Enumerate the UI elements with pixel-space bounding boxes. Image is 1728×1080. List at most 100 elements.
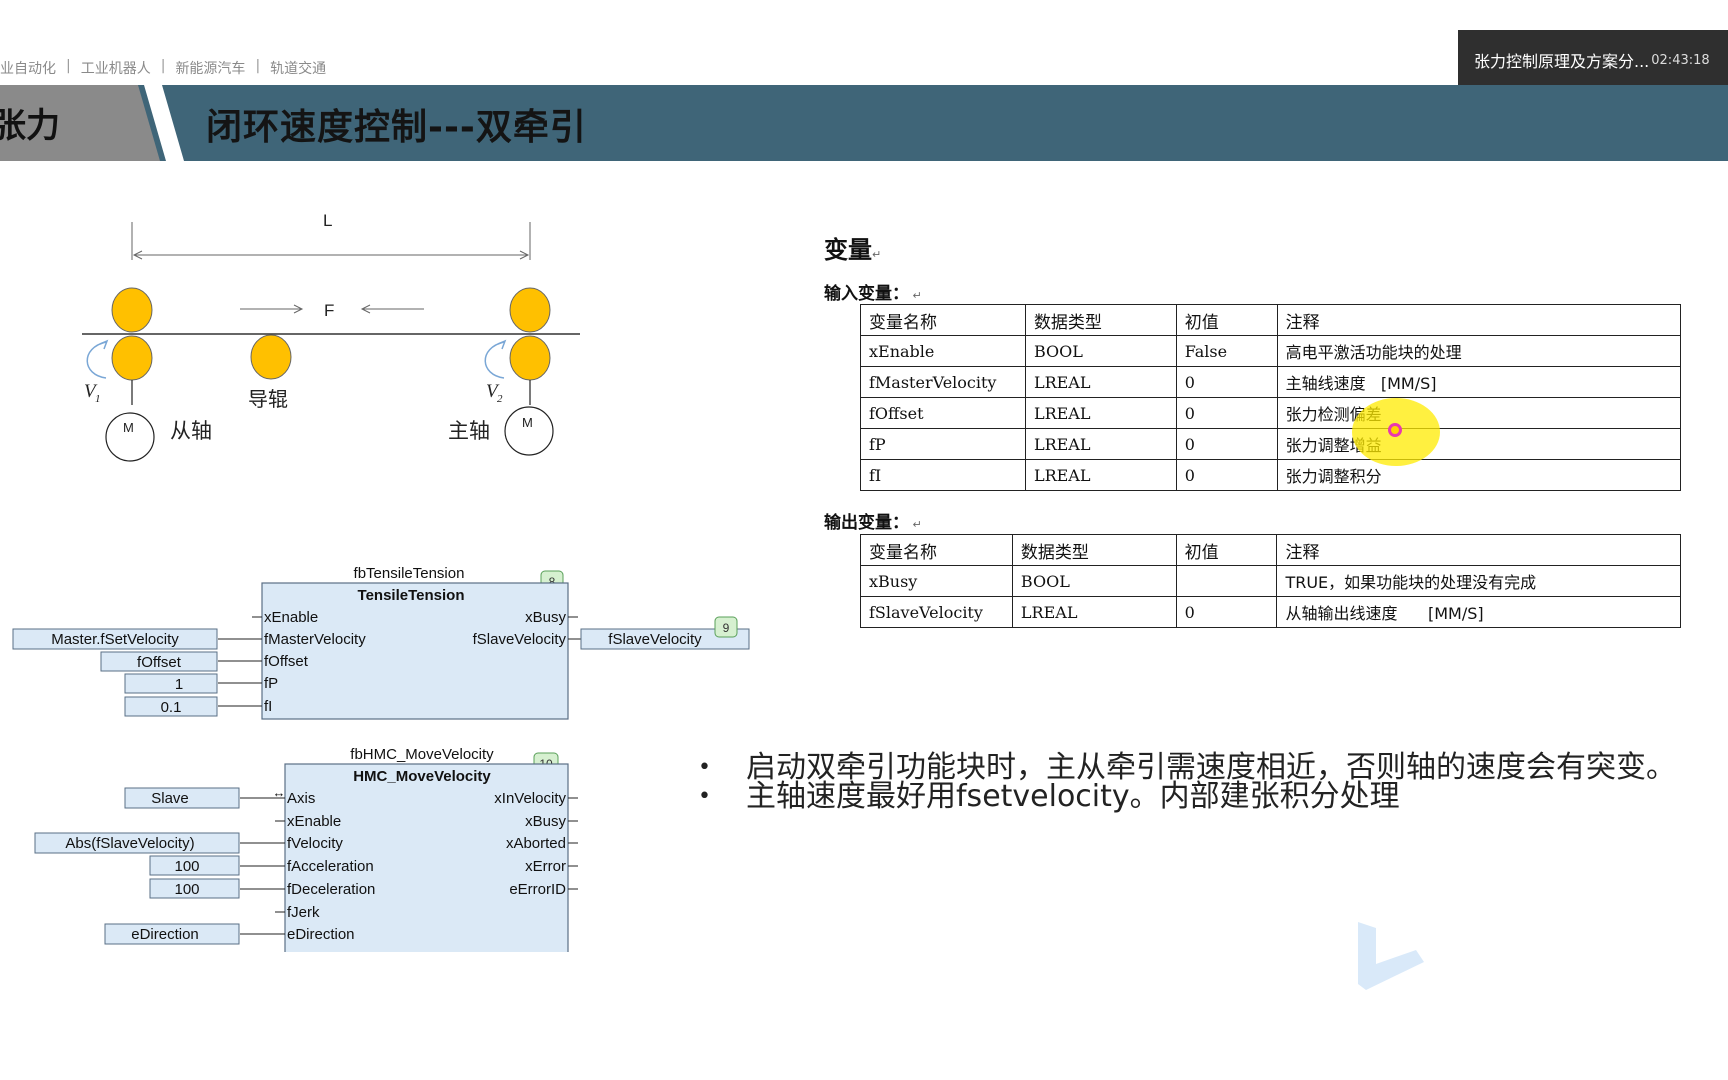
fb2-input-acceleration: 100	[174, 858, 199, 875]
roller-slave-bottom	[111, 335, 153, 381]
fb1-pin-fOffset: fOffset	[264, 653, 309, 670]
fb1-pin-fSlaveVelocity: fSlaveVelocity	[473, 631, 567, 648]
var-type-cell: LREAL	[1024, 397, 1177, 429]
table-row: xBusy BOOL TRUE，如果功能块的处理没有完成	[860, 565, 1681, 597]
fb1-type-name: TensileTension	[358, 587, 465, 604]
fb1-pin-fP: fP	[264, 675, 278, 692]
svg-text:M: M	[522, 415, 533, 430]
nav-item-rail-transit[interactable]: 轨道交通	[270, 58, 326, 78]
fb2-pin-xEnable: xEnable	[287, 813, 341, 830]
output-variables-title: 输出变量： ↵	[824, 513, 922, 533]
var-name-cell: xEnable	[860, 335, 1026, 367]
svg-text:导辊: 导辊	[248, 387, 288, 411]
watermark-logo-icon	[1358, 922, 1424, 990]
table-header-row: 变量名称 数据类型 初值 注释	[860, 304, 1682, 336]
fb2-pin-eDirection: eDirection	[287, 926, 355, 943]
header-cell: 数据类型	[1024, 304, 1177, 336]
fb1-instance-name: fbTensileTension	[354, 565, 465, 582]
cursor-icon	[1388, 423, 1402, 437]
svg-text:F: F	[324, 301, 334, 320]
roller-master-top	[509, 287, 551, 333]
table-row: xEnable BOOL False 高电平激活功能块的处理	[860, 335, 1682, 367]
fb2-pin-fVelocity: fVelocity	[287, 835, 343, 852]
var-init-cell: 0	[1175, 596, 1278, 628]
fb1-pin-fMasterVelocity: fMasterVelocity	[264, 631, 366, 648]
table-row: fSlaveVelocity LREAL 0 从轴输出线速度 [MM/S]	[860, 596, 1681, 628]
fb2-pin-xBusy: xBusy	[525, 813, 566, 830]
table-row: fOffset LREAL 0 张力检测偏差	[860, 397, 1682, 429]
fb-hmc-move-velocity[interactable]: fbHMC_MoveVelocity 10 HMC_MoveVelocity ↔…	[10, 742, 610, 952]
var-comment-cell: 高电平激活功能块的处理	[1276, 335, 1682, 367]
fb2-pin-fAcceleration: fAcceleration	[287, 858, 374, 875]
roller-slave-top	[111, 287, 153, 333]
video-time: 02:43:18	[1651, 52, 1710, 68]
axis-bidirectional-icon: ↔	[273, 785, 286, 800]
guide-roller	[250, 334, 292, 380]
fb2-input-velocity: Abs(fSlaveVelocity)	[65, 835, 194, 852]
fb1-input-p: 1	[175, 676, 183, 693]
fb2-type-name: HMC_MoveVelocity	[353, 768, 491, 785]
output-variables-table: 变量名称 数据类型 初值 注释 xBusy BOOL TRUE，如果功能块的处理…	[860, 534, 1681, 628]
var-type-cell: LREAL	[1011, 596, 1177, 628]
fb1-input-i: 0.1	[161, 699, 182, 716]
nav-item-industrial-automation[interactable]: 工业自动化	[0, 58, 56, 78]
header-cell: 变量名称	[860, 534, 1013, 566]
var-name-cell: xBusy	[860, 565, 1013, 597]
var-init-cell: 0	[1175, 459, 1278, 491]
var-comment-cell: 张力调整积分	[1276, 459, 1682, 491]
var-comment-cell: 主轴线速度 [MM/S]	[1276, 366, 1682, 398]
list-item: • 启动双牵引功能块时，主从牵引需速度相近，否则轴的速度会有突变。	[698, 750, 1676, 785]
nav-item-new-energy-vehicle[interactable]: 新能源汽车	[175, 58, 245, 78]
var-name-cell: fMasterVelocity	[860, 366, 1026, 398]
svg-text:2: 2	[497, 393, 503, 405]
fb1-output-slave-velocity: fSlaveVelocity	[608, 631, 702, 648]
table-row: fP LREAL 0 张力调整增益	[860, 428, 1682, 460]
var-name-cell: fSlaveVelocity	[860, 596, 1013, 628]
fb-tensile-tension[interactable]: fbTensileTension 8 TensileTension xEnabl…	[10, 560, 750, 730]
fb1-output-order-badge: 9	[723, 621, 730, 635]
var-name-cell: fP	[860, 428, 1026, 460]
svg-text:主轴: 主轴	[448, 419, 490, 443]
var-name-cell: fI	[860, 459, 1026, 491]
var-type-cell: LREAL	[1024, 459, 1177, 491]
var-comment-cell: 张力调整增益	[1276, 428, 1682, 460]
nav-separator: |	[160, 58, 166, 74]
fb1-input-offset: fOffset	[137, 654, 182, 671]
var-comment-cell: 从轴输出线速度 [MM/S]	[1276, 596, 1681, 628]
svg-text:1: 1	[95, 393, 101, 405]
nav-separator: |	[255, 58, 261, 74]
fb1-pin-xBusy: xBusy	[525, 609, 566, 626]
nav-item-industrial-robot[interactable]: 工业机器人	[81, 58, 151, 78]
var-init-cell: 0	[1175, 397, 1278, 429]
var-type-cell: BOOL	[1011, 565, 1177, 597]
list-item: • 主轴速度最好用fsetvelocity。内部建张积分处理	[698, 779, 1400, 814]
variables-title: 变量↵	[824, 236, 882, 264]
table-row: fI LREAL 0 张力调整积分	[860, 459, 1682, 491]
var-type-cell: LREAL	[1024, 428, 1177, 460]
var-init-cell: 0	[1175, 428, 1278, 460]
fb2-pin-xAborted: xAborted	[506, 835, 566, 852]
header-cell: 数据类型	[1011, 534, 1177, 566]
fb2-pin-xError: xError	[525, 858, 566, 875]
header-cell: 变量名称	[860, 304, 1026, 336]
fb2-pin-fJerk: fJerk	[287, 904, 320, 921]
banner-section-label: 张力	[0, 106, 60, 146]
fb2-input-axis: Slave	[151, 790, 189, 807]
input-variables-title: 输入变量： ↵	[824, 284, 922, 304]
header-cell: 初值	[1175, 304, 1278, 336]
input-variables-table: 变量名称 数据类型 初值 注释 xEnable BOOL False 高电平激活…	[860, 304, 1682, 491]
var-type-cell: BOOL	[1024, 335, 1177, 367]
fb2-pin-xInVelocity: xInVelocity	[494, 790, 566, 807]
roller-master-bottom	[509, 335, 551, 381]
header-cell: 注释	[1276, 304, 1682, 336]
page-title: 闭环速度控制---双牵引	[206, 107, 587, 148]
svg-text:M: M	[123, 420, 134, 435]
dual-traction-diagram: L F 导辊 从轴 主轴 M M V 1 V 2	[82, 211, 580, 462]
table-header-row: 变量名称 数据类型 初值 注释	[860, 534, 1681, 566]
fb2-instance-name: fbHMC_MoveVelocity	[350, 746, 494, 763]
svg-text:L: L	[323, 211, 332, 230]
video-title-overlay[interactable]: 张力控制原理及方案分... 02:43:18	[1458, 30, 1728, 90]
header-cell: 注释	[1276, 534, 1681, 566]
table-row: fMasterVelocity LREAL 0 主轴线速度 [MM/S]	[860, 366, 1682, 398]
fb2-pin-fDeceleration: fDeceleration	[287, 881, 375, 898]
